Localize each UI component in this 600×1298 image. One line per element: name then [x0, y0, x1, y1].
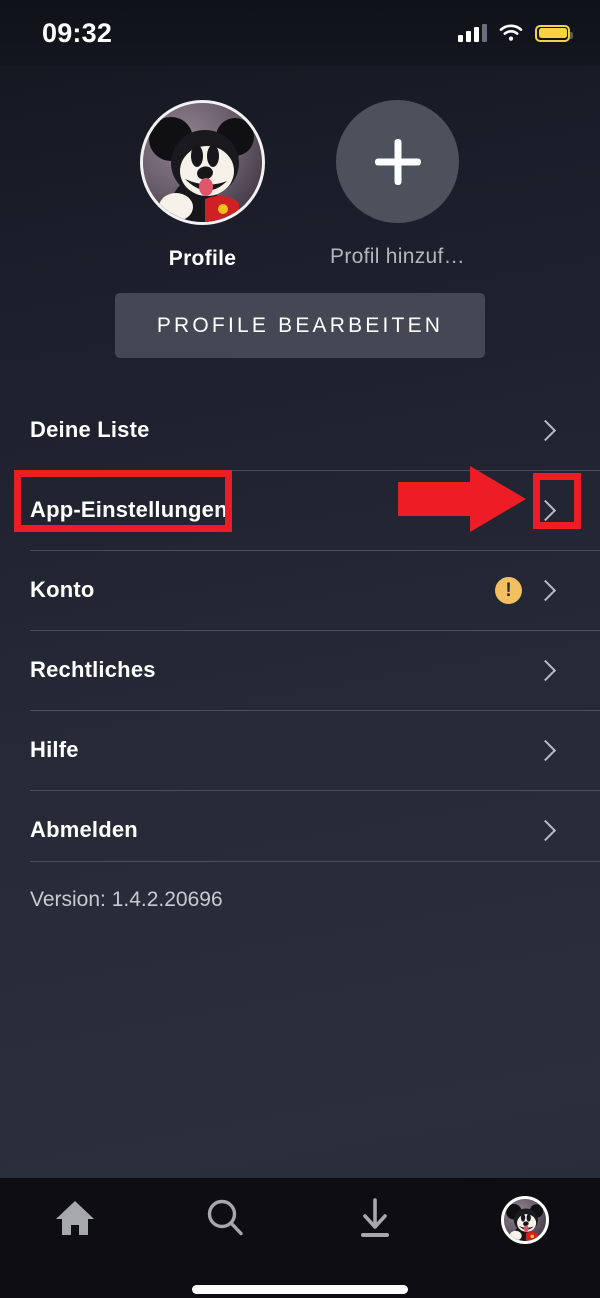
menu-item-accessories	[536, 740, 570, 760]
home-indicator	[192, 1285, 408, 1294]
menu-item-label: App-Einstellungen	[30, 497, 228, 522]
menu-item-label: Deine Liste	[30, 417, 150, 442]
status-bar: 09:32	[0, 0, 600, 66]
menu-item-deine-liste[interactable]: Deine Liste	[0, 390, 600, 470]
add-profile-label: Profil hinzuf…	[330, 245, 465, 268]
status-time: 09:32	[42, 18, 113, 48]
menu-item-konto[interactable]: Konto !	[0, 550, 600, 630]
menu-item-label: Hilfe	[30, 737, 79, 762]
edit-profiles-button[interactable]: PROFILE BEARBEITEN	[115, 293, 485, 358]
wifi-icon	[499, 24, 523, 42]
search-icon[interactable]	[204, 1197, 246, 1244]
menu-item-hilfe[interactable]: Hilfe	[0, 710, 600, 790]
menu-item-accessories	[536, 500, 570, 520]
tab-downloads[interactable]	[300, 1190, 450, 1250]
profile-label: Profile	[168, 247, 237, 270]
profile-avatar-icon[interactable]	[501, 1196, 549, 1244]
menu-item-accessories	[536, 820, 570, 840]
version-divider	[30, 861, 600, 862]
tab-profile[interactable]	[450, 1190, 600, 1250]
profiles-row: Profile Profil hinzuf…	[0, 100, 600, 271]
mickey-mouse-avatar[interactable]	[140, 100, 265, 225]
menu-item-label: Konto	[30, 577, 95, 602]
chevron-right-icon[interactable]	[536, 740, 556, 760]
menu-item-label: Rechtliches	[30, 657, 156, 682]
home-icon[interactable]	[54, 1198, 96, 1243]
battery-icon	[535, 24, 573, 42]
tab-search[interactable]	[150, 1190, 300, 1250]
chevron-right-icon[interactable]	[536, 820, 556, 840]
version-text: Version: 1.4.2.20696	[30, 888, 223, 911]
profile-item-add[interactable]: Profil hinzuf…	[318, 100, 478, 271]
menu-item-accessories	[536, 420, 570, 440]
status-indicators	[458, 24, 573, 42]
phone-screen: 09:32 Profile Profil hinzuf… PROFILE BEA…	[0, 0, 600, 1298]
menu-item-accessories	[536, 660, 570, 680]
profile-item-profile[interactable]: Profile	[123, 100, 283, 271]
menu-item-accessories: !	[495, 576, 570, 604]
chevron-right-icon[interactable]	[536, 500, 556, 520]
menu-item-app-einstellungen[interactable]: App-Einstellungen	[0, 470, 600, 550]
tab-home[interactable]	[0, 1190, 150, 1250]
plus-icon[interactable]	[336, 100, 459, 223]
download-icon[interactable]	[355, 1197, 395, 1244]
bottom-tab-bar	[0, 1178, 600, 1298]
chevron-right-icon[interactable]	[536, 660, 556, 680]
warning-badge-icon: !	[495, 576, 522, 604]
chevron-right-icon[interactable]	[536, 420, 556, 440]
menu-item-rechtliches[interactable]: Rechtliches	[0, 630, 600, 710]
chevron-right-icon[interactable]	[536, 580, 556, 600]
menu-item-label: Abmelden	[30, 817, 138, 842]
cellular-signal-icon	[458, 24, 487, 42]
menu-item-abmelden[interactable]: Abmelden	[0, 790, 600, 870]
settings-menu: Deine Liste App-Einstellungen Konto ! Re…	[0, 390, 600, 870]
